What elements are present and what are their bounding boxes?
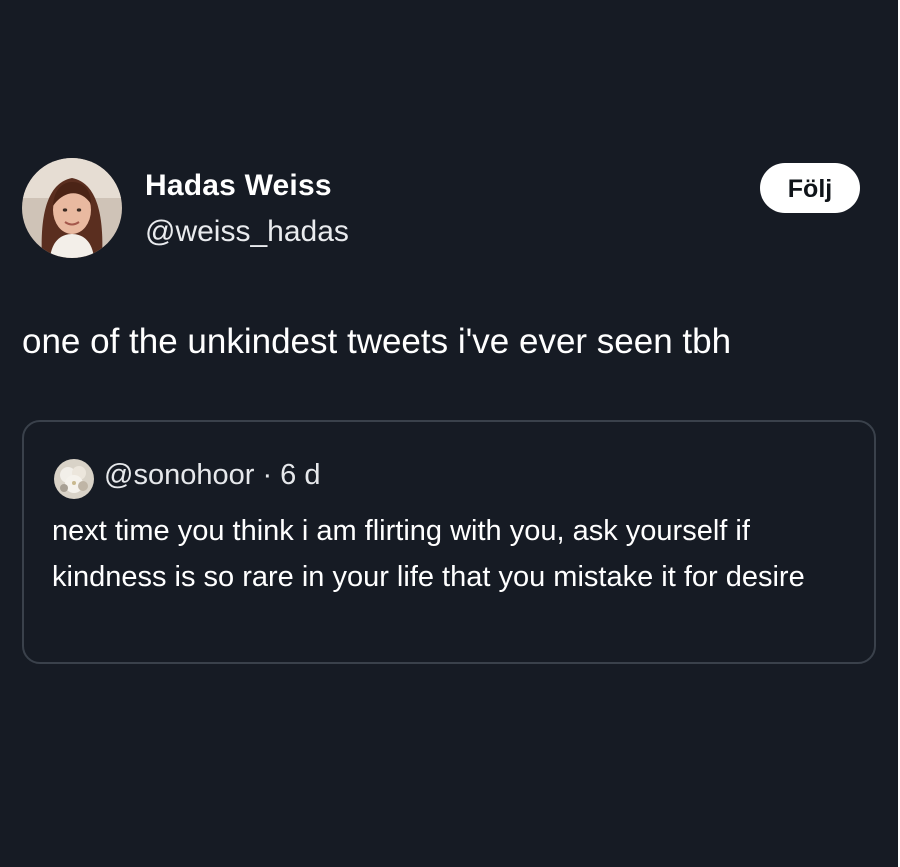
meta-separator: · <box>262 459 273 491</box>
quoted-author-avatar[interactable] <box>54 459 94 499</box>
quoted-avatar-photo-icon <box>54 459 94 499</box>
quoted-tweet-card[interactable]: @sonohoor · 6 d next time you think i am… <box>22 420 876 664</box>
quoted-tweet-time[interactable]: 6 d <box>280 459 320 491</box>
quoted-tweet-meta: @sonohoor · 6 d <box>104 457 321 493</box>
tweet: Hadas Weiss @weiss_hadas Följ one of the… <box>0 0 898 867</box>
author-display-name[interactable]: Hadas Weiss <box>145 168 332 204</box>
author-avatar[interactable] <box>22 158 122 258</box>
author-handle[interactable]: @weiss_hadas <box>145 214 349 250</box>
quoted-tweet-text: next time you think i am flirting with y… <box>52 515 805 593</box>
screenshot-frame: Hadas Weiss @weiss_hadas Följ one of the… <box>0 0 898 867</box>
avatar-photo-icon <box>22 158 122 258</box>
quoted-author-handle[interactable]: @sonohoor <box>104 459 254 491</box>
tweet-text: one of the unkindest tweets i've ever se… <box>22 322 732 361</box>
follow-button[interactable]: Följ <box>760 163 860 213</box>
